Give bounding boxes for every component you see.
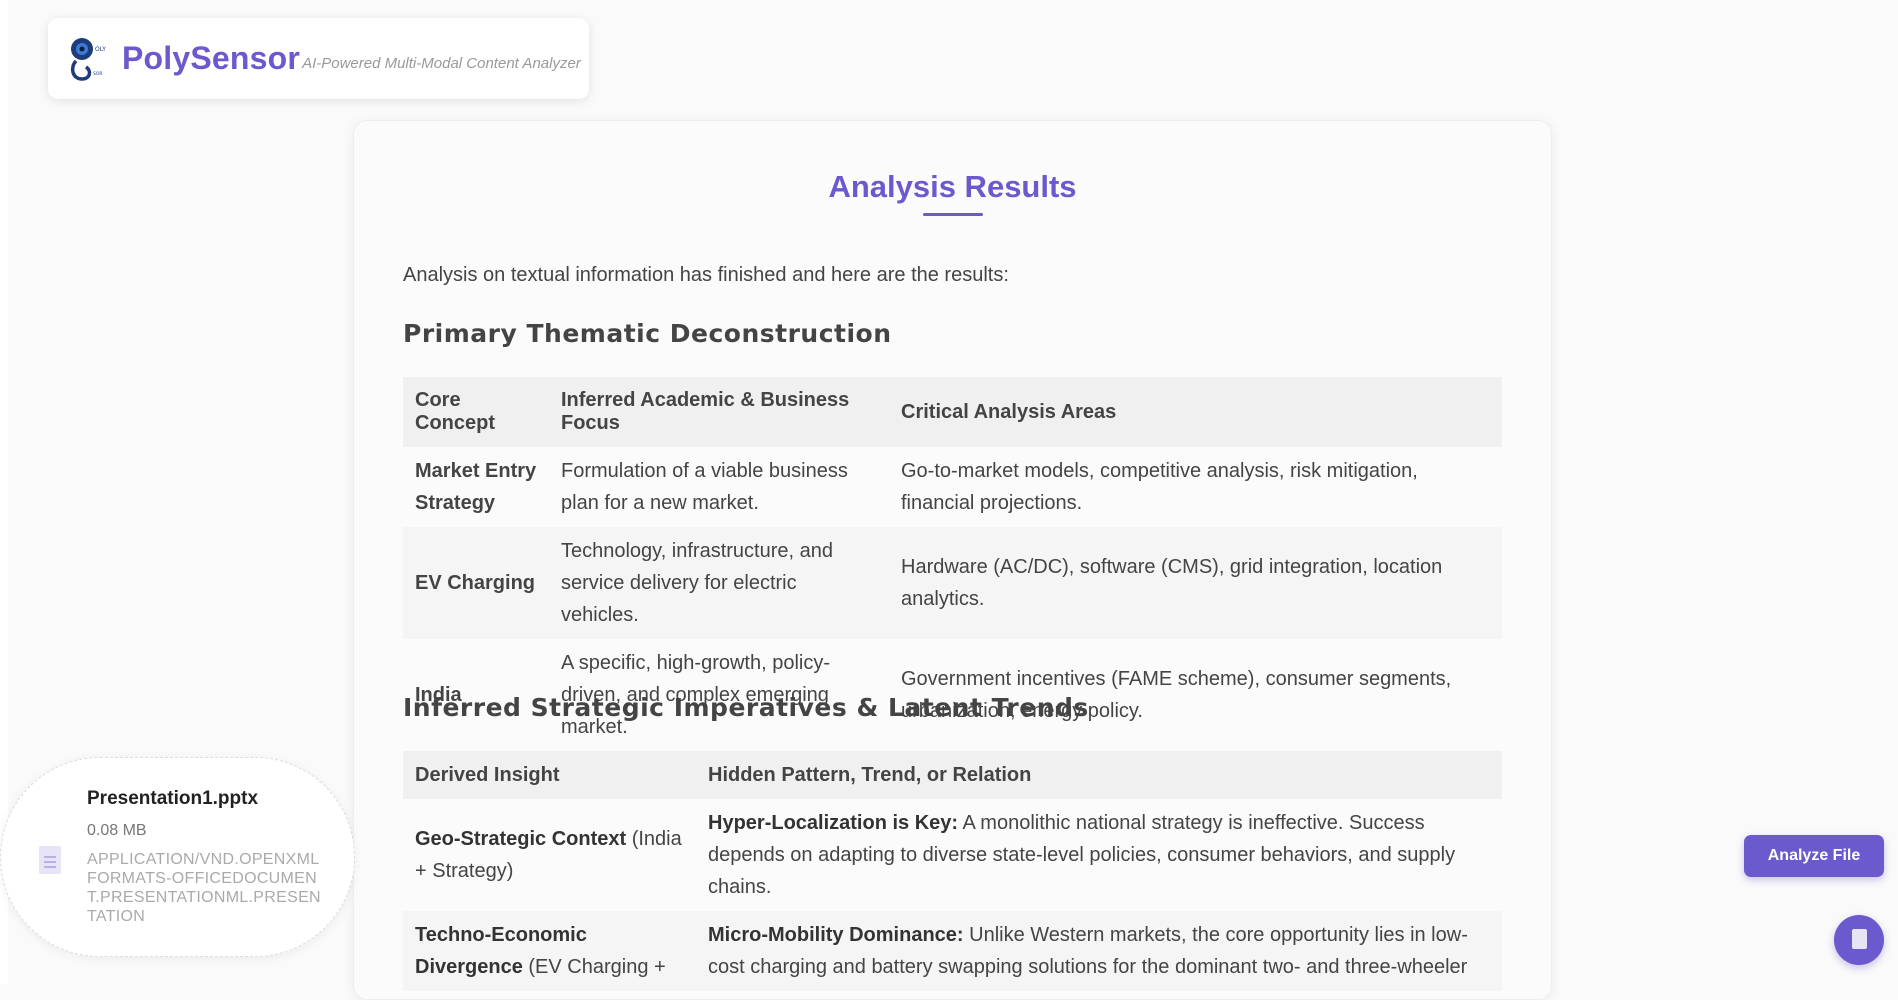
table-cell: Techno-Economic Divergence (EV Charging … <box>403 911 696 991</box>
column-header: Derived Insight <box>403 751 696 799</box>
section-heading-imperatives: Inferred Strategic Imperatives & Latent … <box>403 693 1089 722</box>
table-cell: Hyper-Localization is Key: A monolithic … <box>696 799 1502 911</box>
document-icon <box>39 846 61 874</box>
brand-tagline: AI-Powered Multi-Modal Content Analyzer <box>302 55 581 72</box>
table-cell: Market Entry Strategy <box>415 460 537 514</box>
uploaded-file-card[interactable]: Presentation1.pptx 0.08 MB APPLICATION/V… <box>0 757 355 957</box>
results-intro: Analysis on textual information has fini… <box>403 264 1009 286</box>
table-cell: Go-to-market models, competitive analysi… <box>901 460 1418 514</box>
table-header-row: Derived Insight Hidden Pattern, Trend, o… <box>403 751 1502 799</box>
table-row: Market Entry Strategy Formulation of a v… <box>403 447 1502 527</box>
table-row: Geo-Strategic Context (India + Strategy)… <box>403 799 1502 911</box>
table-row: EV Charging Technology, infrastructure, … <box>403 527 1502 639</box>
title-underline <box>923 213 983 216</box>
svg-text:OLY: OLY <box>95 46 106 53</box>
pattern-title: Micro-Mobility Dominance: <box>708 924 964 946</box>
table-header-row: Core Concept Inferred Academic & Busines… <box>403 377 1502 447</box>
table-cell: EV Charging <box>403 527 549 639</box>
column-header: Hidden Pattern, Trend, or Relation <box>696 751 1502 799</box>
analysis-results-panel[interactable]: Analysis Results Analysis on textual inf… <box>353 120 1552 1000</box>
column-header: Inferred Academic & Business Focus <box>549 377 889 447</box>
table-cell: Technology, infrastructure, and service … <box>549 527 889 639</box>
pattern-title: Hyper-Localization is Key: <box>708 812 959 834</box>
table-cell: Hardware (AC/DC), software (CMS), grid i… <box>889 527 1502 639</box>
document-fab-button[interactable] <box>1834 915 1884 965</box>
file-name: Presentation1.pptx <box>87 788 259 809</box>
section-heading-thematic: Primary Thematic Deconstruction <box>403 319 892 348</box>
table-cell: Micro-Mobility Dominance: Unlike Western… <box>696 911 1502 991</box>
document-icon <box>1852 929 1867 949</box>
insight-context: (EV Charging + <box>522 956 666 978</box>
insight-title: Geo-Strategic Context <box>415 828 627 850</box>
file-type: APPLICATION/VND.OPENXMLFORMATS-OFFICEDOC… <box>87 851 321 925</box>
brand-header: OLY SOR PolySensor AI-Powered Multi-Moda… <box>48 18 589 99</box>
analyze-file-button[interactable]: Analyze File <box>1744 835 1884 877</box>
page-title: Analysis Results <box>828 169 1077 204</box>
table-cell: Formulation of a viable business plan fo… <box>561 460 848 514</box>
imperatives-table: Derived Insight Hidden Pattern, Trend, o… <box>403 751 1502 991</box>
table-cell: Geo-Strategic Context (India + Strategy) <box>403 799 696 911</box>
table-row: Techno-Economic Divergence (EV Charging … <box>403 911 1502 991</box>
file-size: 0.08 MB <box>87 822 147 839</box>
column-header: Core Concept <box>403 377 549 447</box>
column-header: Critical Analysis Areas <box>889 377 1502 447</box>
svg-text:SOR: SOR <box>93 71 103 77</box>
brand-name: PolySensor <box>122 40 301 76</box>
polysensor-logo-icon: OLY SOR <box>66 35 114 83</box>
